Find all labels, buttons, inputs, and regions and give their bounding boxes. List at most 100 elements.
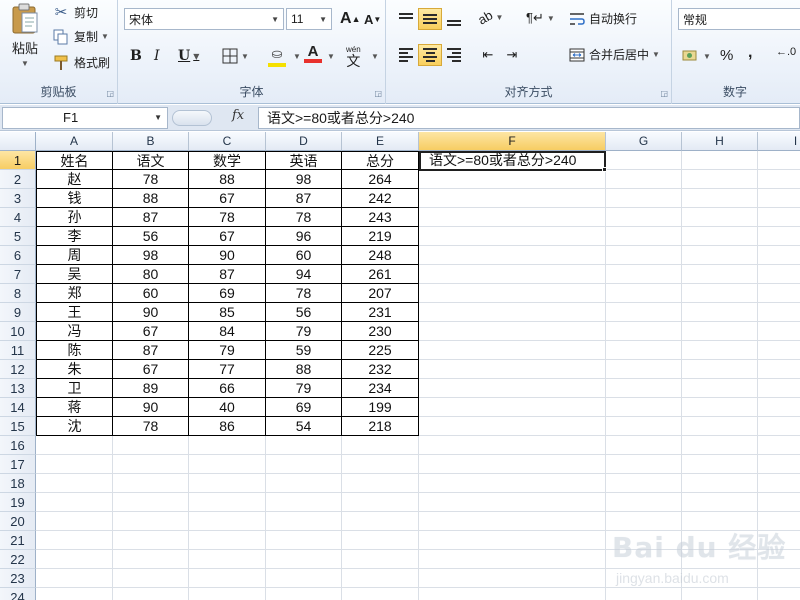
column-header-g[interactable]: G — [606, 132, 682, 151]
row-header-19[interactable]: 19 — [0, 493, 36, 512]
cell-a7[interactable]: 吴 — [36, 265, 113, 284]
cell-d15[interactable]: 54 — [266, 417, 342, 436]
cell-b22[interactable] — [113, 550, 189, 569]
cell-h8[interactable] — [682, 284, 758, 303]
cell-a13[interactable]: 卫 — [36, 379, 113, 398]
column-header-e[interactable]: E — [342, 132, 419, 151]
cell-h2[interactable] — [682, 170, 758, 189]
cell-i11[interactable] — [758, 341, 800, 360]
cell-a10[interactable]: 冯 — [36, 322, 113, 341]
column-header-a[interactable]: A — [36, 132, 113, 151]
cell-a9[interactable]: 王 — [36, 303, 113, 322]
cell-f18[interactable] — [419, 474, 606, 493]
cell-f5[interactable] — [419, 227, 606, 246]
row-header-2[interactable]: 2 — [0, 170, 36, 189]
cell-b19[interactable] — [113, 493, 189, 512]
format-painter-button[interactable]: 格式刷 — [52, 54, 110, 71]
cell-f23[interactable] — [419, 569, 606, 588]
cell-a4[interactable]: 孙 — [36, 208, 113, 227]
wrap-text-button[interactable]: 自动换行 — [568, 10, 637, 27]
row-header-12[interactable]: 12 — [0, 360, 36, 379]
paste-button[interactable]: 粘贴 ▼ — [6, 2, 44, 68]
cell-b3[interactable]: 88 — [113, 189, 189, 208]
align-center-button[interactable] — [418, 44, 442, 66]
cell-g11[interactable] — [606, 341, 682, 360]
cell-d19[interactable] — [266, 493, 342, 512]
cell-d18[interactable] — [266, 474, 342, 493]
chevron-down-icon[interactable]: ▼ — [293, 52, 301, 61]
cell-g13[interactable] — [606, 379, 682, 398]
bold-button[interactable]: B — [130, 48, 142, 64]
cell-c24[interactable] — [189, 588, 266, 600]
row-header-21[interactable]: 21 — [0, 531, 36, 550]
cell-e6[interactable]: 248 — [342, 246, 419, 265]
cell-b12[interactable]: 67 — [113, 360, 189, 379]
cell-b21[interactable] — [113, 531, 189, 550]
cell-f11[interactable] — [419, 341, 606, 360]
cell-h7[interactable] — [682, 265, 758, 284]
align-right-button[interactable] — [442, 44, 466, 66]
cell-g1[interactable] — [606, 151, 682, 170]
row-header-6[interactable]: 6 — [0, 246, 36, 265]
cell-d6[interactable]: 60 — [266, 246, 342, 265]
cell-i8[interactable] — [758, 284, 800, 303]
cell-f20[interactable] — [419, 512, 606, 531]
cell-b18[interactable] — [113, 474, 189, 493]
cell-f17[interactable] — [419, 455, 606, 474]
cell-d14[interactable]: 69 — [266, 398, 342, 417]
grow-font-button[interactable]: A ▲ — [340, 10, 360, 28]
cell-c4[interactable]: 78 — [189, 208, 266, 227]
cell-b23[interactable] — [113, 569, 189, 588]
font-name-select[interactable]: 宋体 ▼ — [124, 8, 284, 30]
column-header-i[interactable]: I — [758, 132, 800, 151]
cell-c22[interactable] — [189, 550, 266, 569]
cell-b10[interactable]: 67 — [113, 322, 189, 341]
increase-decimal-button[interactable]: ←.0 — [776, 46, 796, 58]
row-header-4[interactable]: 4 — [0, 208, 36, 227]
cell-f24[interactable] — [419, 588, 606, 600]
cell-d9[interactable]: 56 — [266, 303, 342, 322]
cell-e22[interactable] — [342, 550, 419, 569]
row-header-17[interactable]: 17 — [0, 455, 36, 474]
row-header-7[interactable]: 7 — [0, 265, 36, 284]
cell-c11[interactable]: 79 — [189, 341, 266, 360]
cell-f6[interactable] — [419, 246, 606, 265]
cell-d21[interactable] — [266, 531, 342, 550]
cell-f10[interactable] — [419, 322, 606, 341]
cell-f9[interactable] — [419, 303, 606, 322]
cell-a11[interactable]: 陈 — [36, 341, 113, 360]
cell-e21[interactable] — [342, 531, 419, 550]
cell-b4[interactable]: 87 — [113, 208, 189, 227]
rtl-direction-button[interactable]: ¶↵ ▼ — [526, 10, 555, 26]
resize-handle-icon[interactable] — [172, 110, 212, 126]
row-header-9[interactable]: 9 — [0, 303, 36, 322]
shrink-font-button[interactable]: A ▼ — [364, 12, 381, 27]
cell-a23[interactable] — [36, 569, 113, 588]
cell-g12[interactable] — [606, 360, 682, 379]
cell-c23[interactable] — [189, 569, 266, 588]
cell-d2[interactable]: 98 — [266, 170, 342, 189]
font-size-select[interactable]: 11 ▼ — [286, 8, 332, 30]
cell-h14[interactable] — [682, 398, 758, 417]
orientation-button[interactable]: ab ▼ — [475, 7, 503, 27]
cell-e5[interactable]: 219 — [342, 227, 419, 246]
cell-a5[interactable]: 李 — [36, 227, 113, 246]
row-header-11[interactable]: 11 — [0, 341, 36, 360]
cell-h19[interactable] — [682, 493, 758, 512]
cell-i6[interactable] — [758, 246, 800, 265]
fill-handle[interactable] — [602, 167, 607, 172]
cell-i17[interactable] — [758, 455, 800, 474]
cell-c9[interactable]: 85 — [189, 303, 266, 322]
cell-a18[interactable] — [36, 474, 113, 493]
cell-g19[interactable] — [606, 493, 682, 512]
name-box[interactable]: F1 ▼ — [2, 107, 168, 129]
cell-h10[interactable] — [682, 322, 758, 341]
cell-a19[interactable] — [36, 493, 113, 512]
cell-d8[interactable]: 78 — [266, 284, 342, 303]
cell-i10[interactable] — [758, 322, 800, 341]
cell-e12[interactable]: 232 — [342, 360, 419, 379]
cell-i16[interactable] — [758, 436, 800, 455]
cell-i12[interactable] — [758, 360, 800, 379]
cell-g8[interactable] — [606, 284, 682, 303]
cell-e14[interactable]: 199 — [342, 398, 419, 417]
